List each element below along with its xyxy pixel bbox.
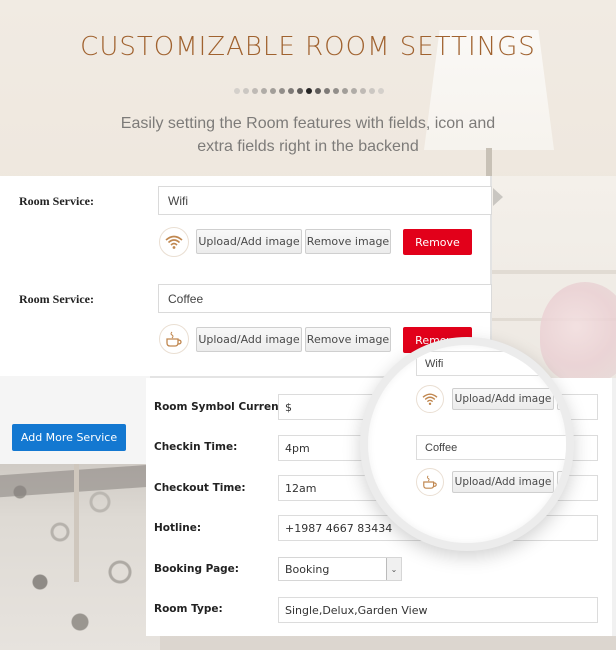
divider-dot <box>378 88 384 94</box>
booking-page-value: Booking <box>285 563 330 576</box>
room-service-input[interactable]: Wifi <box>158 186 492 215</box>
divider-dot <box>279 88 285 94</box>
booking-page-label: Booking Page: <box>154 563 239 575</box>
divider-dot <box>342 88 348 94</box>
wifi-icon <box>416 385 444 413</box>
divider-dot <box>243 88 249 94</box>
magnified-service-input: Wifi <box>416 351 566 376</box>
booking-page-select[interactable]: Booking ⌄ <box>278 557 402 581</box>
divider-dot <box>333 88 339 94</box>
page-subtitle: Easily setting the Room features with fi… <box>0 112 616 158</box>
divider-dot <box>261 88 267 94</box>
wifi-icon <box>159 227 189 257</box>
upload-image-button[interactable]: Upload/Add image <box>196 229 302 254</box>
divider-dot <box>288 88 294 94</box>
room-service-label: Room Service: <box>19 292 94 306</box>
add-more-service-button[interactable]: Add More Service <box>12 424 126 451</box>
magnified-upload-button: Upload/Add image <box>452 388 554 410</box>
checkin-time-label: Checkin Time: <box>154 441 238 453</box>
background-moulding <box>490 270 616 274</box>
currency-label: Room Symbol Currency: <box>154 401 296 413</box>
divider-dot <box>315 88 321 94</box>
chevron-right-icon <box>493 188 503 206</box>
background-floor-pole <box>74 462 79 582</box>
room-service-label: Room Service: <box>19 194 94 208</box>
room-service-input[interactable]: Coffee <box>158 284 492 313</box>
magnified-upload-button: Upload/Add image <box>452 471 554 493</box>
subtitle-line: extra fields right in the backend <box>197 138 419 155</box>
panel-edge <box>612 378 616 636</box>
page-title: CUSTOMIZABLE ROOM SETTINGS <box>80 32 536 62</box>
divider-dot <box>324 88 330 94</box>
magnified-service-input: Coffee <box>416 435 566 460</box>
coffee-cup-icon <box>416 468 444 496</box>
magnifier-lens: Wifi Upload/Add image Coffee Upload/Add … <box>360 337 574 551</box>
remove-image-button[interactable]: Remove image <box>305 229 391 254</box>
dot-divider <box>234 88 384 94</box>
divider-dot <box>369 88 375 94</box>
subtitle-line: Easily setting the Room features with fi… <box>120 115 496 132</box>
divider-dot <box>252 88 258 94</box>
room-type-input[interactable]: Single,Delux,Garden View <box>278 597 598 623</box>
divider-dot <box>360 88 366 94</box>
chevron-down-icon[interactable]: ⌄ <box>386 558 401 580</box>
upload-image-button[interactable]: Upload/Add image <box>196 327 302 352</box>
divider-dot <box>351 88 357 94</box>
divider-dot <box>306 88 312 94</box>
divider-dot <box>297 88 303 94</box>
coffee-cup-icon <box>159 324 189 354</box>
hotline-label: Hotline: <box>154 522 202 534</box>
divider-dot <box>234 88 240 94</box>
divider-dot <box>270 88 276 94</box>
remove-service-button[interactable]: Remove <box>403 229 472 255</box>
room-type-label: Room Type: <box>154 603 223 615</box>
checkout-time-label: Checkout Time: <box>154 482 246 494</box>
